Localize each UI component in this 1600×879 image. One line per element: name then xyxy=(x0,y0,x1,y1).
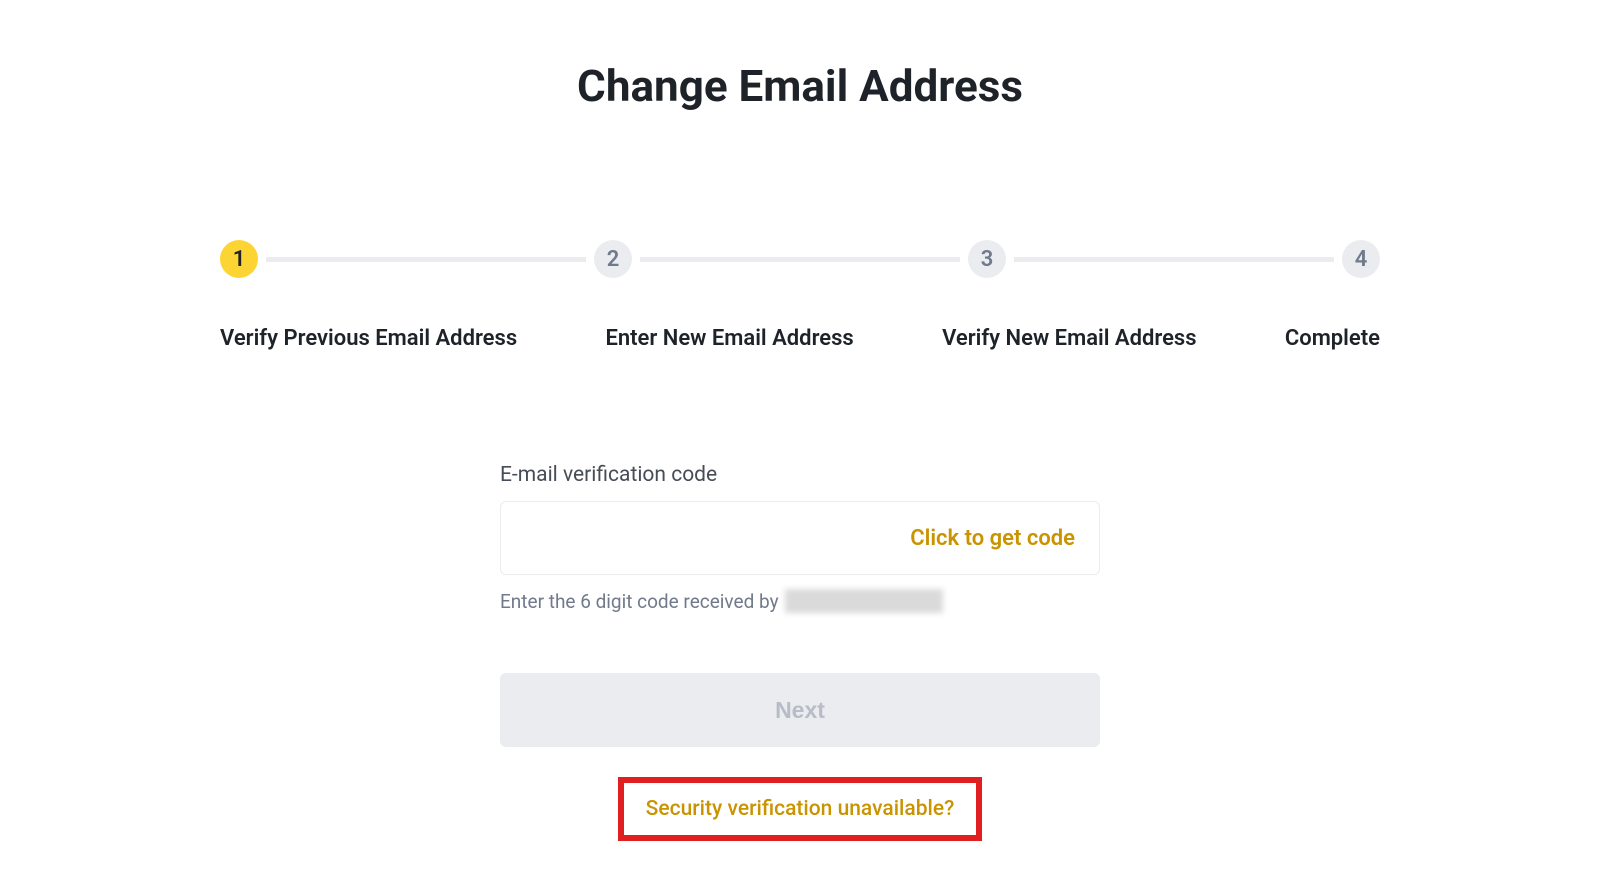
stepper-labels: Verify Previous Email Address Enter New … xyxy=(220,326,1380,351)
step-label-1: Verify Previous Email Address xyxy=(220,326,517,351)
step-circle-1: 1 xyxy=(220,240,258,278)
helper-text: Enter the 6 digit code received by xyxy=(500,589,1100,613)
stepper-row: 1 2 3 4 xyxy=(220,240,1380,278)
security-link-highlight: Security verification unavailable? xyxy=(618,777,983,841)
page-title: Change Email Address xyxy=(577,60,1023,112)
step-label-3: Verify New Email Address xyxy=(942,326,1196,351)
security-link-wrapper: Security verification unavailable? xyxy=(500,777,1100,841)
code-input-wrapper: Click to get code xyxy=(500,501,1100,575)
helper-text-label: Enter the 6 digit code received by xyxy=(500,590,779,613)
step-label-2: Enter New Email Address xyxy=(605,326,853,351)
verification-code-input[interactable] xyxy=(525,526,910,550)
step-line xyxy=(640,257,960,262)
form-section: E-mail verification code Click to get co… xyxy=(500,463,1100,841)
step-circle-3: 3 xyxy=(968,240,1006,278)
get-code-link[interactable]: Click to get code xyxy=(910,526,1075,551)
step-line xyxy=(266,257,586,262)
field-label: E-mail verification code xyxy=(500,463,1100,487)
step-circle-2: 2 xyxy=(594,240,632,278)
step-circle-4: 4 xyxy=(1342,240,1380,278)
next-button[interactable]: Next xyxy=(500,673,1100,747)
step-label-4: Complete xyxy=(1285,326,1380,351)
security-verification-link[interactable]: Security verification unavailable? xyxy=(646,797,955,821)
masked-email xyxy=(785,589,943,613)
step-line xyxy=(1014,257,1334,262)
stepper: 1 2 3 4 Verify Previous Email Address En… xyxy=(220,240,1380,351)
